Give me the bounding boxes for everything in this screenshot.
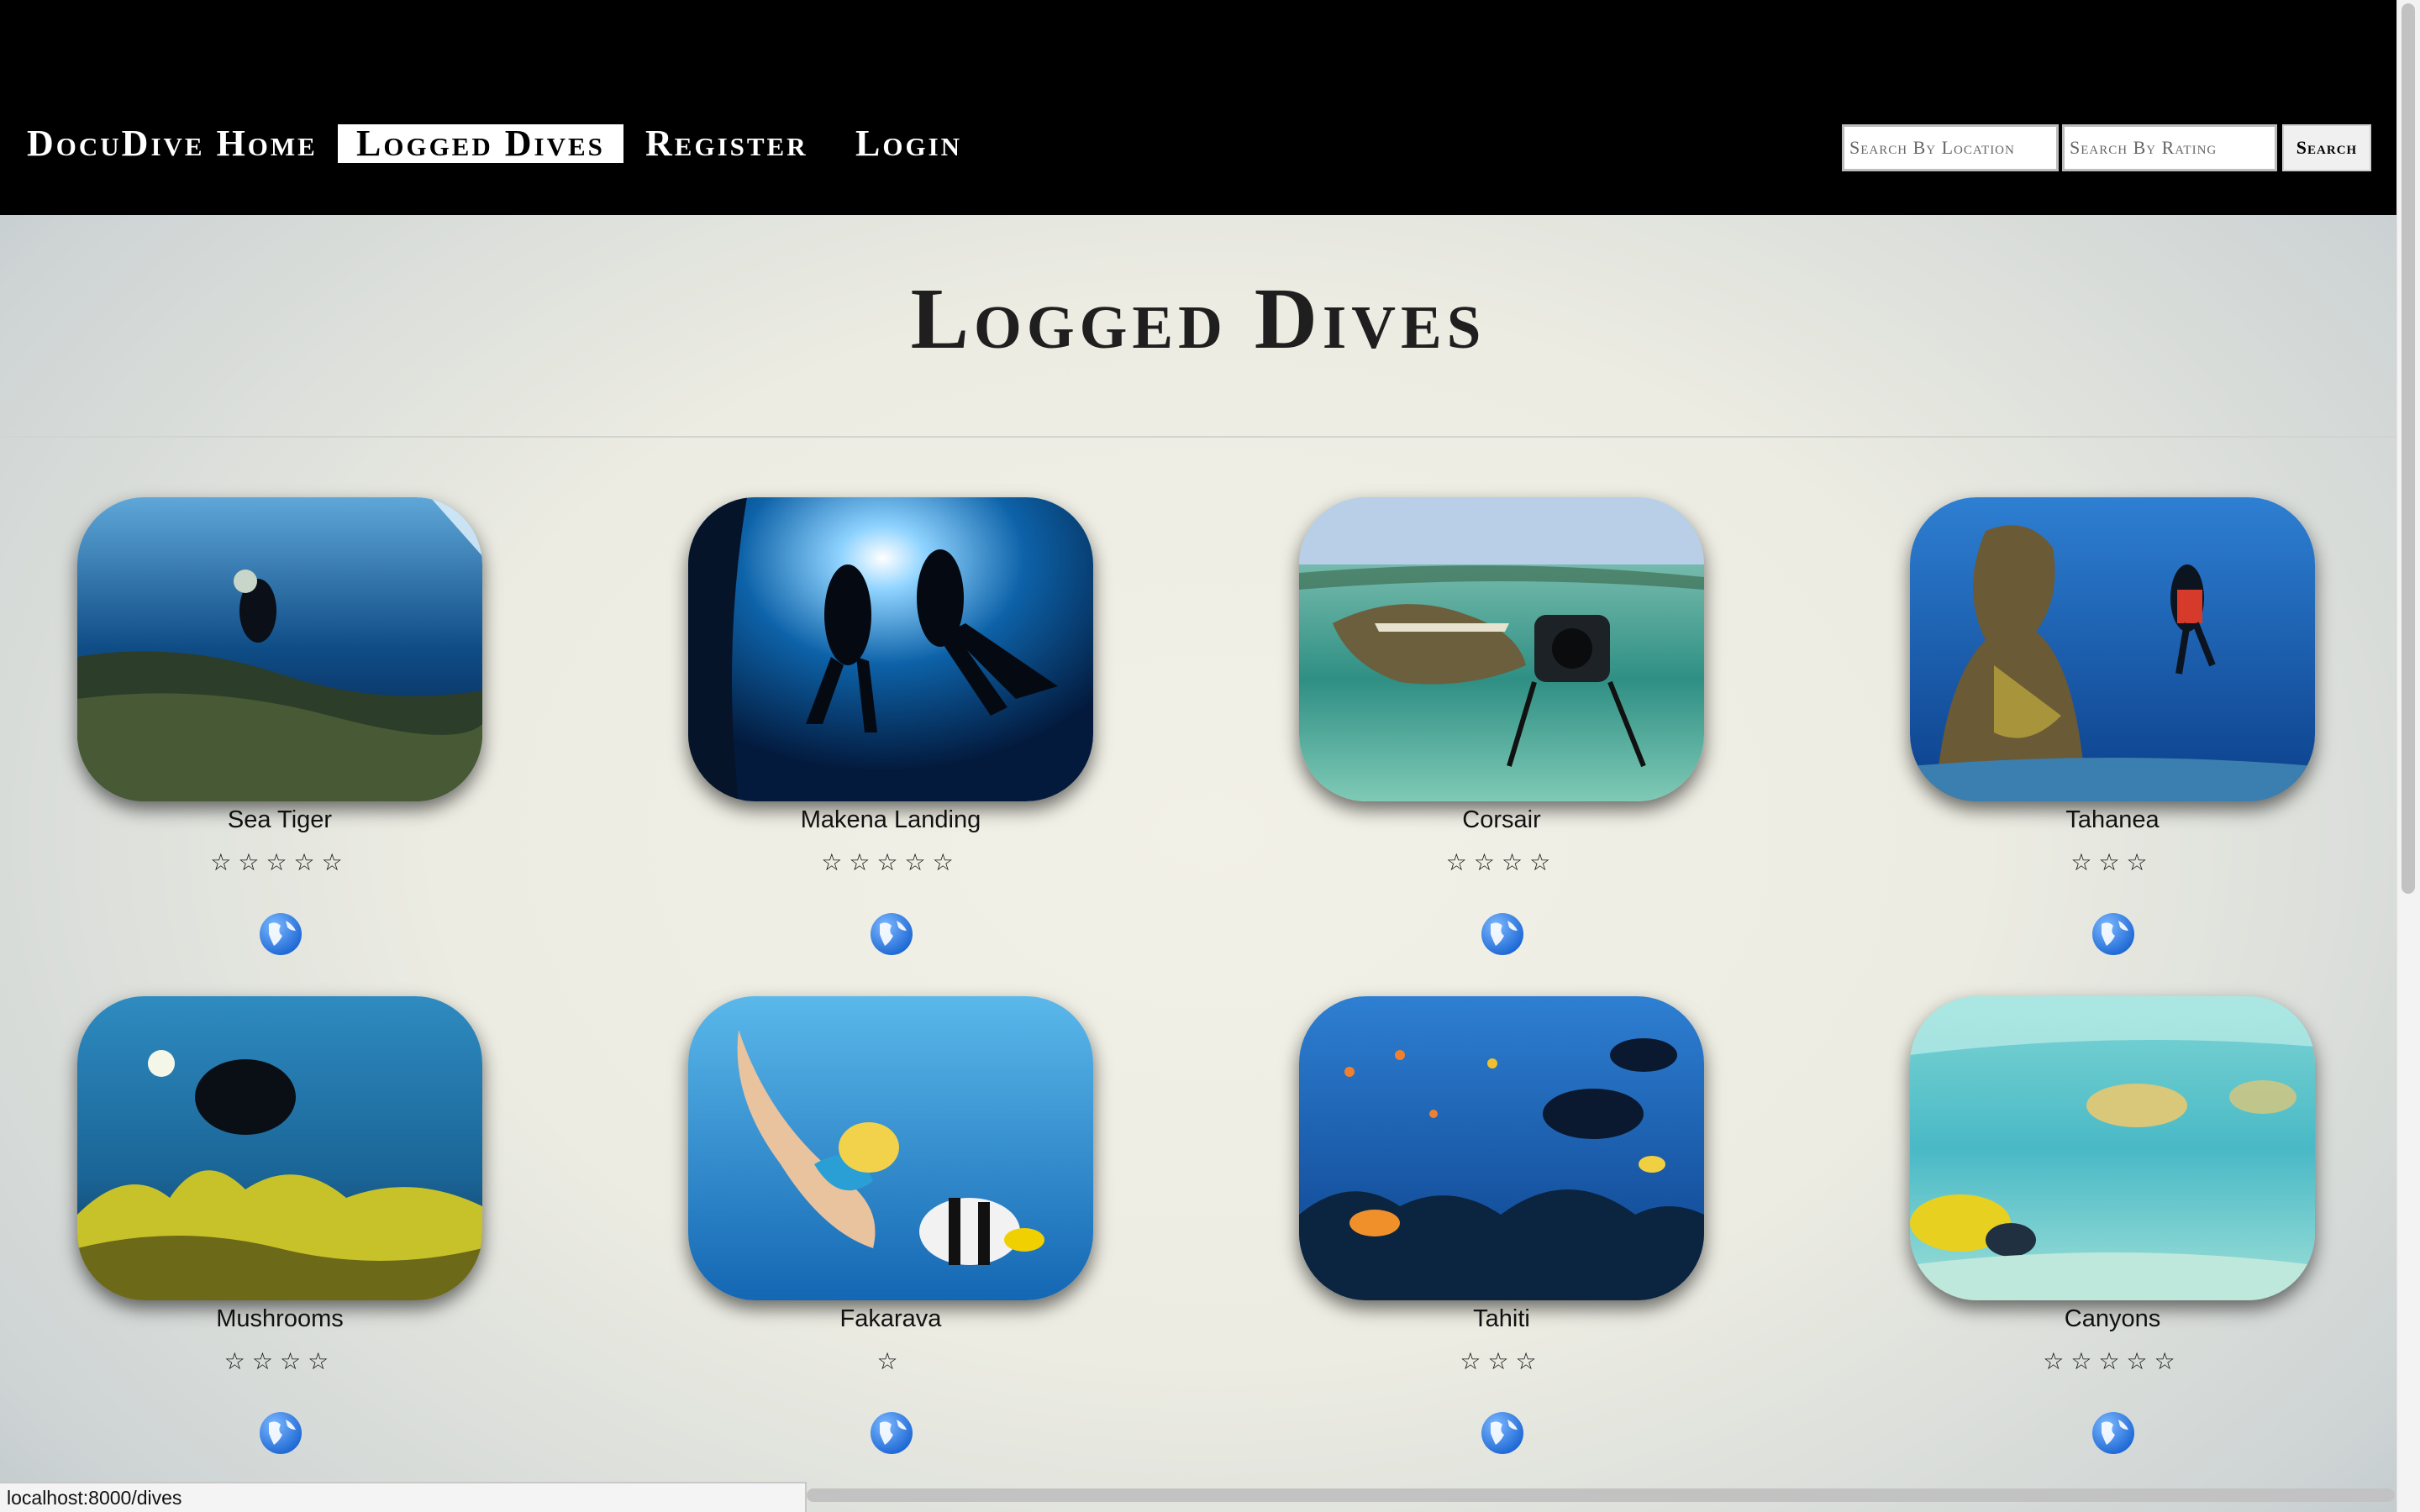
nav-link-login[interactable]: Login xyxy=(837,124,981,163)
globe-icon[interactable] xyxy=(2091,912,2135,956)
rating-stars: ☆☆☆☆☆ xyxy=(2043,1347,2182,1375)
rating-stars: ☆☆☆ xyxy=(1460,1347,1544,1375)
dive-card[interactable]: Fakarava ☆ xyxy=(685,996,1097,1467)
dive-card[interactable]: Canyons ☆☆☆☆☆ xyxy=(1907,996,2318,1467)
rating-stars: ☆☆☆☆☆ xyxy=(210,848,350,876)
globe-icon[interactable] xyxy=(2091,1411,2135,1455)
search-location-input[interactable] xyxy=(1842,124,2059,171)
rating-stars: ☆☆☆☆ xyxy=(224,1347,336,1375)
dive-name: Canyons xyxy=(2064,1305,2161,1332)
rating-stars: ☆ xyxy=(876,1347,905,1375)
dive-card[interactable]: Mushrooms ☆☆☆☆ xyxy=(74,996,486,1467)
globe-icon[interactable] xyxy=(1481,1411,1524,1455)
horizontal-scrollbar-thumb[interactable] xyxy=(807,1488,2395,1502)
dive-name: Makena Landing xyxy=(800,806,981,833)
dive-card[interactable]: Tahiti ☆☆☆ xyxy=(1296,996,1707,1467)
top-navbar: DocuDive Home Logged Dives Register Logi… xyxy=(0,0,2396,215)
dive-name: Fakarava xyxy=(839,1305,942,1332)
dive-card[interactable]: Makena Landing ☆☆☆☆☆ xyxy=(685,497,1097,968)
dive-photo[interactable] xyxy=(1910,996,2315,1300)
page-title: Logged Dives xyxy=(910,270,1486,367)
dive-photo[interactable] xyxy=(1910,497,2315,801)
nav-link-logged-dives[interactable]: Logged Dives xyxy=(338,124,623,163)
globe-icon[interactable] xyxy=(259,912,302,956)
globe-icon[interactable] xyxy=(870,1411,913,1455)
dive-name: Sea Tiger xyxy=(227,806,333,833)
search-button[interactable]: Search xyxy=(2282,124,2371,171)
dive-name: Tahanea xyxy=(2065,806,2160,833)
dive-name: Tahiti xyxy=(1473,1305,1530,1332)
dive-card[interactable]: Sea Tiger ☆☆☆☆☆ xyxy=(74,497,486,968)
globe-icon[interactable] xyxy=(259,1411,302,1455)
rating-stars: ☆☆☆☆ xyxy=(1445,848,1558,876)
globe-icon[interactable] xyxy=(870,912,913,956)
vertical-scrollbar-thumb[interactable] xyxy=(2402,3,2415,894)
rating-stars: ☆☆☆☆☆ xyxy=(821,848,960,876)
heading-divider xyxy=(0,436,2396,438)
dive-photo[interactable] xyxy=(1299,497,1704,801)
nav-link-register[interactable]: Register xyxy=(627,124,827,163)
dive-photo[interactable] xyxy=(77,497,482,801)
nav-link-home[interactable]: DocuDive Home xyxy=(8,124,336,163)
dive-photo[interactable] xyxy=(77,996,482,1300)
rating-stars: ☆☆☆ xyxy=(2070,848,2154,876)
dive-card[interactable]: Tahanea ☆☆☆ xyxy=(1907,497,2318,968)
status-bar-url: localhost:8000/dives xyxy=(0,1482,807,1512)
search-rating-input[interactable] xyxy=(2062,124,2277,171)
dive-photo[interactable] xyxy=(688,497,1093,801)
dive-photo[interactable] xyxy=(688,996,1093,1300)
dive-name: Mushrooms xyxy=(216,1305,344,1332)
dive-name: Corsair xyxy=(1462,806,1541,833)
dive-card[interactable]: Corsair ☆☆☆☆ xyxy=(1296,497,1707,968)
globe-icon[interactable] xyxy=(1481,912,1524,956)
dive-photo[interactable] xyxy=(1299,996,1704,1300)
